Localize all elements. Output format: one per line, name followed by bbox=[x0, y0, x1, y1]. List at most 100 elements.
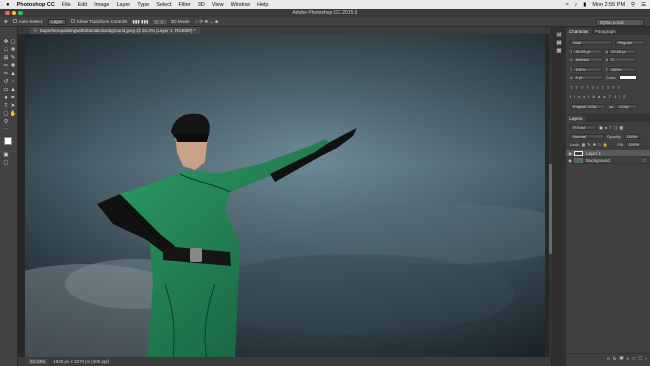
quick-select-tool-icon[interactable]: ✎ bbox=[10, 56, 16, 62]
autoselect-target-select[interactable]: Layer bbox=[48, 18, 66, 25]
hand-tool-icon[interactable]: ✋ bbox=[10, 112, 17, 118]
volume-icon[interactable]: ♪ bbox=[575, 2, 578, 8]
fx-icon[interactable]: fx bbox=[613, 356, 617, 361]
foreground-color-swatch[interactable] bbox=[4, 137, 12, 145]
marquee-tool-icon[interactable]: □ bbox=[3, 48, 9, 54]
zoom-tool-icon[interactable]: ⚲ bbox=[3, 120, 9, 126]
artboard-tool-icon[interactable]: ▢ bbox=[10, 40, 16, 46]
fraction-icon[interactable]: 1/2 bbox=[614, 94, 629, 99]
tracking-field[interactable]: 0 bbox=[608, 56, 637, 62]
menu-app[interactable]: Photoshop CC bbox=[17, 2, 55, 8]
menu-view[interactable]: View bbox=[212, 2, 224, 8]
eraser-tool-icon[interactable]: ▫ bbox=[10, 80, 16, 86]
zoom-level-field[interactable]: 33.33% bbox=[28, 359, 48, 364]
swash-icon[interactable]: st bbox=[583, 94, 592, 99]
tab-paragraph[interactable]: Paragraph bbox=[592, 28, 619, 35]
link-layers-icon[interactable]: ∞ bbox=[607, 356, 610, 361]
lasso-tool-icon[interactable]: ✻ bbox=[10, 48, 16, 54]
history-brush-tool-icon[interactable]: ↺ bbox=[3, 80, 9, 86]
font-family-select[interactable]: Arial bbox=[570, 39, 612, 45]
menu-image[interactable]: Image bbox=[94, 2, 109, 8]
tab-character[interactable]: Character bbox=[566, 28, 592, 35]
brush-tool-icon[interactable]: ✏ bbox=[3, 72, 9, 78]
menu-3d[interactable]: 3D bbox=[198, 2, 205, 8]
eyedropper-tool-icon[interactable]: ✏ bbox=[3, 64, 9, 70]
language-select[interactable]: English: USA bbox=[570, 103, 606, 109]
filter-icons[interactable]: ▣●T▢▩ bbox=[599, 125, 625, 130]
all-caps-icon[interactable]: TT bbox=[581, 85, 592, 90]
new-layer-icon[interactable]: ▢ bbox=[638, 355, 642, 361]
add-mask-icon[interactable]: ▣ bbox=[619, 355, 623, 361]
opentype-buttons[interactable]: fi o st Aaa T 1/2 bbox=[570, 93, 629, 99]
rectangle-tool-icon[interactable]: ▢ bbox=[3, 112, 9, 118]
screen-mode-icon[interactable]: ▢ bbox=[3, 161, 9, 167]
distribute-icons[interactable]: ▯▯▯▯▯ bbox=[153, 19, 165, 25]
leading-field[interactable]: 25.49 pt bbox=[608, 48, 637, 54]
menu-edit[interactable]: Edit bbox=[78, 2, 87, 8]
new-group-icon[interactable]: □ bbox=[632, 356, 635, 361]
apple-icon[interactable]: ● bbox=[6, 2, 10, 8]
baseline-shift-field[interactable]: 0 pt bbox=[572, 74, 603, 80]
vertical-scale-field[interactable]: 100% bbox=[572, 66, 603, 72]
strikethrough-icon[interactable]: T bbox=[618, 85, 623, 90]
antialias-select[interactable]: Crisp bbox=[616, 103, 639, 109]
transform-controls-checkbox[interactable]: Show Transform Controls bbox=[70, 19, 127, 24]
kerning-field[interactable]: Metrics bbox=[572, 56, 603, 62]
notification-center-icon[interactable]: ☰ bbox=[641, 2, 646, 8]
lock-icons[interactable]: ▦✎✥□🔒 bbox=[582, 142, 610, 147]
pen-tool-icon[interactable]: ✒ bbox=[10, 96, 16, 102]
move-tool-icon[interactable]: ✥ bbox=[3, 40, 9, 46]
swatches-panel-icon[interactable]: ▩ bbox=[556, 49, 562, 55]
document-info[interactable]: 1940 px x 1070 px (300 ppi) bbox=[53, 359, 109, 364]
tab-layers[interactable]: Layers bbox=[566, 115, 586, 122]
font-style-select[interactable]: Regular bbox=[615, 39, 645, 45]
gradient-tool-icon[interactable]: ▭ bbox=[3, 88, 9, 94]
ligature-icon[interactable]: fi bbox=[570, 94, 578, 99]
blur-tool-icon[interactable]: ▲ bbox=[10, 88, 16, 94]
menu-help[interactable]: Help bbox=[257, 2, 268, 8]
dodge-tool-icon[interactable]: ● bbox=[3, 96, 9, 102]
quick-mask-icon[interactable]: ▣ bbox=[3, 153, 9, 159]
menu-filter[interactable]: Filter bbox=[178, 2, 190, 8]
delete-layer-icon[interactable]: ▫ bbox=[645, 356, 647, 361]
canvas-area[interactable] bbox=[18, 34, 551, 360]
workspace-select[interactable]: Dylan Local bbox=[596, 18, 644, 26]
autoselect-checkbox[interactable]: Auto-Select: bbox=[12, 19, 43, 24]
faux-style-buttons[interactable]: T T TT Tt T T T T bbox=[570, 84, 623, 90]
more-tools-icon[interactable]: ⋯ bbox=[3, 128, 9, 134]
path-selection-tool-icon[interactable]: ➤ bbox=[10, 104, 16, 110]
visibility-eye-icon[interactable]: ◉ bbox=[566, 158, 574, 163]
close-icon[interactable]: × bbox=[34, 28, 37, 33]
properties-panel-icon[interactable]: ▦ bbox=[556, 41, 562, 47]
menu-select[interactable]: Select bbox=[156, 2, 171, 8]
layer-row-selected[interactable]: ◉ Layer 1 bbox=[566, 150, 650, 157]
search-icon[interactable]: ⚲ bbox=[631, 2, 635, 8]
menu-window[interactable]: Window bbox=[231, 2, 251, 8]
align-icons[interactable]: ▮▮▮ ▮▮▮ bbox=[132, 19, 148, 25]
move-tool-icon[interactable]: ✥ bbox=[4, 19, 8, 25]
adjustment-layer-icon[interactable]: ◐ bbox=[627, 356, 630, 361]
layer-name[interactable]: Layer 1 bbox=[586, 151, 601, 156]
type-tool-icon[interactable]: T bbox=[3, 104, 9, 110]
text-color-swatch[interactable] bbox=[619, 74, 638, 80]
menu-layer[interactable]: Layer bbox=[116, 2, 130, 8]
crop-tool-icon[interactable]: ⊞ bbox=[3, 56, 9, 62]
menu-file[interactable]: File bbox=[62, 2, 71, 8]
document-canvas[interactable] bbox=[25, 34, 545, 360]
font-size-field[interactable]: 80.05 pt bbox=[572, 48, 603, 54]
visibility-eye-icon[interactable]: ◉ bbox=[566, 151, 574, 156]
healing-brush-tool-icon[interactable]: ✚ bbox=[10, 64, 16, 70]
titling-icon[interactable]: aa bbox=[598, 94, 608, 99]
small-caps-icon[interactable]: Tt bbox=[592, 85, 602, 90]
horizontal-scale-field[interactable]: 100% bbox=[607, 66, 636, 72]
opacity-field[interactable]: 100% bbox=[623, 133, 640, 139]
clone-stamp-tool-icon[interactable]: ▲ bbox=[10, 72, 16, 78]
3d-mode-icons[interactable]: ○ ⟳ ✥ ↔ ■ bbox=[195, 19, 217, 25]
layer-kind-filter[interactable]: ⚲ Kind bbox=[570, 124, 596, 130]
layer-row[interactable]: ◉ Background □ bbox=[566, 157, 650, 164]
document-tab[interactable]: × Superheropaintingwithdramaticbackgroun… bbox=[30, 27, 200, 34]
clock[interactable]: Mon 2:55 PM bbox=[592, 2, 625, 8]
layer-name[interactable]: Background bbox=[586, 158, 610, 163]
menu-type[interactable]: Type bbox=[137, 2, 149, 8]
battery-icon[interactable]: ▮ bbox=[583, 2, 586, 8]
